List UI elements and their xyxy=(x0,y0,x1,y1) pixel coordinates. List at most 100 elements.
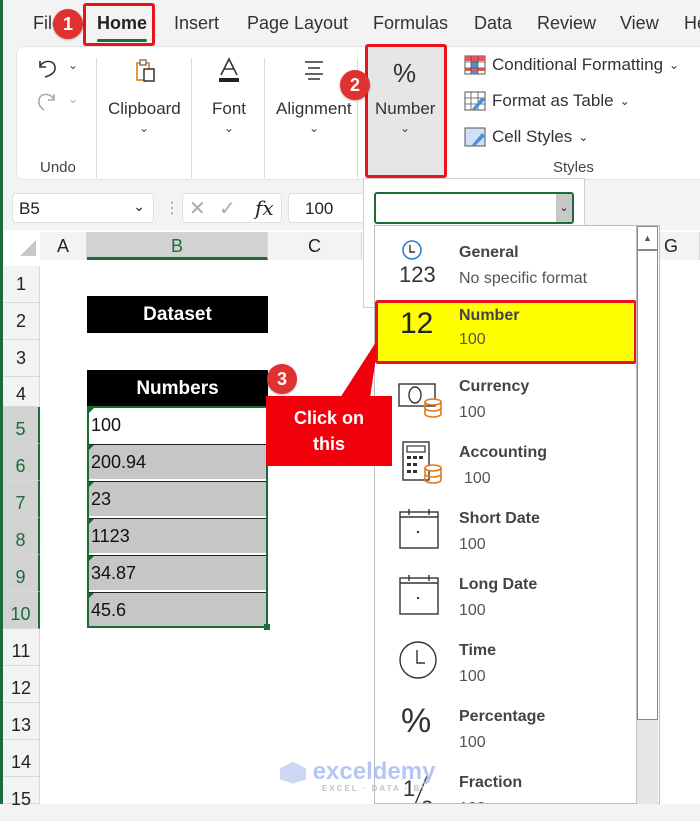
scrollbar-thumb[interactable] xyxy=(637,250,658,720)
redo-icon[interactable] xyxy=(34,88,60,112)
row-header[interactable]: 14 xyxy=(3,740,40,777)
tab-insert[interactable]: Insert xyxy=(174,13,219,34)
chevron-down-icon[interactable]: ⌄ xyxy=(133,198,145,215)
font-dropdown-icon[interactable]: ⌄ xyxy=(224,121,234,135)
step-2-badge: 2 xyxy=(340,70,370,100)
tab-help[interactable]: He xyxy=(684,13,700,34)
format-as-table-button[interactable]: Format as Table ⌄ xyxy=(464,91,630,111)
format-option-time[interactable]: Time 100 xyxy=(375,632,639,696)
dropdown-scrollbar[interactable]: ▲ xyxy=(636,226,658,804)
data-cell[interactable]: 200.94 xyxy=(88,444,267,479)
tab-page-layout[interactable]: Page Layout xyxy=(247,13,348,34)
conditional-formatting-icon xyxy=(464,55,486,75)
number-format-combobox[interactable]: ⌄ xyxy=(374,192,574,224)
chevron-down-icon[interactable]: ⌄ xyxy=(556,194,572,222)
row-header[interactable]: 10 xyxy=(3,592,40,629)
redo-dropdown-icon: ⌄ xyxy=(68,92,79,106)
format-option-currency[interactable]: Currency 100 xyxy=(375,368,639,432)
percent-icon: % xyxy=(401,702,432,740)
tab-home[interactable]: Home xyxy=(97,13,147,34)
accounting-icon xyxy=(402,441,442,484)
row-header[interactable]: 2 xyxy=(3,303,40,340)
column-header-g[interactable]: G xyxy=(660,232,700,260)
svg-text:2: 2 xyxy=(421,796,433,804)
group-divider xyxy=(96,58,97,178)
undo-group-label: Undo xyxy=(40,159,76,176)
numbers-header-cell[interactable]: Numbers xyxy=(87,370,268,407)
exceldemy-logo-icon xyxy=(280,761,306,784)
conditional-formatting-button[interactable]: Conditional Formatting ⌄ xyxy=(464,55,679,75)
number-12-icon: 12 xyxy=(400,307,434,340)
formula-buttons: ✕ ✓ fx xyxy=(182,193,282,223)
scroll-up-icon[interactable]: ▲ xyxy=(637,226,658,250)
row-header[interactable]: 6 xyxy=(3,444,40,481)
calendar-icon xyxy=(399,509,439,549)
format-option-accounting[interactable]: Accounting 100 xyxy=(375,434,639,498)
clipboard-button[interactable]: Clipboard xyxy=(108,99,181,119)
data-cell[interactable]: 100 xyxy=(88,407,267,442)
calendar-icon xyxy=(399,575,439,615)
row-header[interactable]: 7 xyxy=(3,481,40,518)
insert-function-icon[interactable]: fx xyxy=(255,196,274,220)
number-dropdown-icon[interactable]: ⌄ xyxy=(400,121,410,135)
column-header-a[interactable]: A xyxy=(40,232,87,260)
row-header[interactable]: 13 xyxy=(3,703,40,740)
styles-group-label: Styles xyxy=(553,159,594,176)
data-cell[interactable]: 1123 xyxy=(88,518,267,553)
tab-view[interactable]: View xyxy=(620,13,659,34)
row-header[interactable]: 11 xyxy=(3,629,40,666)
tab-review[interactable]: Review xyxy=(537,13,596,34)
column-header-b[interactable]: B xyxy=(87,232,268,260)
data-cell[interactable]: 34.87 xyxy=(88,555,267,590)
currency-icon xyxy=(398,383,442,418)
svg-text:123: 123 xyxy=(399,262,436,284)
format-option-number[interactable]: 12 Number 100 xyxy=(375,300,637,364)
data-cell[interactable]: 45.6 xyxy=(88,592,267,627)
row-header[interactable]: 1 xyxy=(3,266,40,303)
row-header[interactable]: 5 xyxy=(3,407,40,444)
format-option-long-date[interactable]: Long Date 100 xyxy=(375,566,639,630)
active-tab-indicator xyxy=(97,39,147,42)
formula-value: 100 xyxy=(305,199,334,218)
tab-formulas[interactable]: Formulas xyxy=(373,13,448,34)
general-123-icon: 123 xyxy=(399,240,436,284)
clock-icon xyxy=(399,641,437,679)
cell-styles-label: Cell Styles xyxy=(492,127,573,146)
click-on-this-callout: Click on this xyxy=(266,396,392,466)
formula-bar: B5 ⌄ ⋮ ✕ ✓ fx 100 xyxy=(0,188,700,230)
format-option-percentage[interactable]: % Percentage 100 xyxy=(375,698,639,762)
clipboard-dropdown-icon[interactable]: ⌄ xyxy=(139,121,149,135)
row-header[interactable]: 4 xyxy=(3,377,40,407)
select-all-icon[interactable] xyxy=(18,238,38,258)
more-options-icon[interactable]: ⋮ xyxy=(164,198,180,218)
row-header[interactable]: 8 xyxy=(3,518,40,555)
clipboard-icon xyxy=(136,59,155,82)
undo-dropdown-icon[interactable]: ⌄ xyxy=(68,58,78,72)
alignment-button[interactable]: Alignment xyxy=(276,99,352,119)
name-box[interactable]: B5 ⌄ xyxy=(12,193,154,223)
dataset-title-cell[interactable]: Dataset xyxy=(87,296,268,333)
cell-styles-icon xyxy=(464,127,486,147)
row-header[interactable]: 12 xyxy=(3,666,40,703)
alignment-dropdown-icon[interactable]: ⌄ xyxy=(309,121,319,135)
cell-styles-button[interactable]: Cell Styles ⌄ xyxy=(464,127,588,147)
font-button[interactable]: Font xyxy=(212,99,246,119)
format-option-short-date[interactable]: Short Date 100 xyxy=(375,500,639,564)
fill-handle[interactable] xyxy=(264,624,270,630)
tab-data[interactable]: Data xyxy=(474,13,512,34)
cancel-icon[interactable]: ✕ xyxy=(189,196,206,221)
ribbon-tabs: File Home Insert Page Layout Formulas Da… xyxy=(0,0,700,46)
data-cell[interactable]: 23 xyxy=(88,481,267,516)
group-divider xyxy=(191,58,192,178)
callout-pointer xyxy=(340,342,378,398)
format-option-general[interactable]: 123 General No specific format xyxy=(375,232,639,296)
column-header-c[interactable]: C xyxy=(268,232,362,260)
alignment-icon xyxy=(305,61,323,80)
chevron-down-icon: ⌄ xyxy=(578,130,589,144)
row-header[interactable]: 15 xyxy=(3,777,40,809)
row-header[interactable]: 9 xyxy=(3,555,40,592)
row-header[interactable]: 3 xyxy=(3,340,40,377)
confirm-icon[interactable]: ✓ xyxy=(219,196,236,221)
formula-input[interactable]: 100 xyxy=(288,193,368,223)
undo-icon[interactable] xyxy=(34,55,60,79)
